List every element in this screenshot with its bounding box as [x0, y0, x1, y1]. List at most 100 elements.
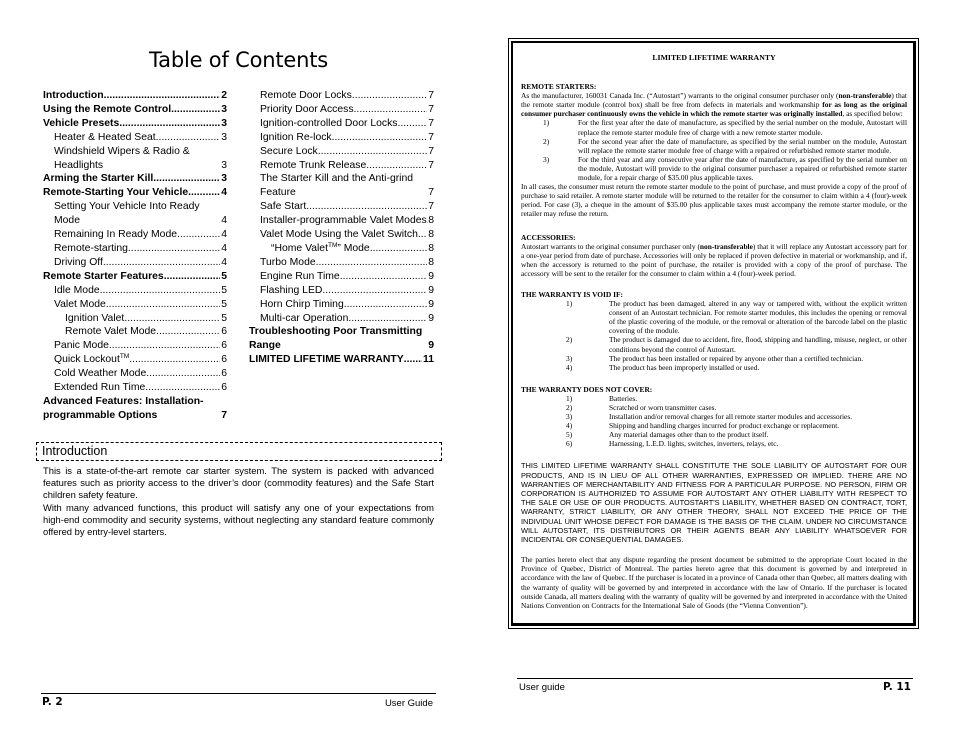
- toc-leader-dots: [322, 284, 427, 298]
- toc-entry[interactable]: Ignition Valet 5: [43, 312, 227, 326]
- toc-entry[interactable]: Ignition-controlled Door Locks 7: [249, 117, 434, 131]
- list-item: 6) Harnessing, L.E.D. lights, switches, i…: [521, 439, 907, 448]
- list-item-text: Shipping and handling charges incurred f…: [609, 421, 840, 431]
- toc-entry[interactable]: Remote-Starting Your Vehicle 4: [43, 186, 227, 200]
- list-item-number: 1): [566, 393, 573, 403]
- list-item-number: 2): [543, 136, 550, 146]
- toc-entry-title: Cold Weather Mode: [54, 368, 147, 380]
- toc-entry[interactable]: Driving Off 4: [43, 256, 227, 270]
- toc-entry[interactable]: Using the Remote Control 3: [43, 103, 227, 117]
- toc-entry[interactable]: Flashing LED 9: [249, 284, 434, 298]
- toc-entry[interactable]: Windshield Wipers & Radio & Headlights 3: [43, 145, 227, 173]
- toc-column-2: Remote Door Locks7Priority Door Access 7…: [249, 89, 434, 367]
- toc-leader-dots: [103, 256, 220, 270]
- toc-entry[interactable]: Heater & Heated Seat 3: [43, 131, 227, 145]
- toc-entry[interactable]: Remaining In Ready Mode 4: [43, 228, 227, 242]
- toc-entry[interactable]: Remote Door Locks 7: [249, 89, 434, 103]
- toc-entry[interactable]: LIMITED LIFETIME WARRANTY 11: [249, 353, 434, 367]
- toc-entry-page: 9: [428, 270, 434, 282]
- toc-entry[interactable]: Remote Trunk Release 7: [249, 159, 434, 173]
- toc-leader-dots: [316, 256, 428, 270]
- toc-entry-page: 4: [221, 187, 227, 199]
- toc-entry-title: The Starter Kill and the Anti-grind Feat…: [260, 173, 414, 199]
- list-item: 2) The product is damaged due to accident…: [521, 335, 907, 353]
- accessories-text: Autostart warrants to the original consu…: [521, 242, 907, 278]
- toc-entry-page: 8: [428, 256, 434, 268]
- toc-entry[interactable]: Engine Run Time 9: [249, 270, 434, 284]
- list-item-text: For the third year and any consecutive y…: [578, 154, 907, 183]
- footer-label: User Guide: [384, 698, 433, 709]
- toc-entry-page: 9: [428, 298, 434, 310]
- toc-column-1: Introduction2Using the Remote Control 3V…: [43, 89, 227, 423]
- toc-entry-title: Extended Run Time: [54, 382, 146, 394]
- toc-entry[interactable]: Idle Mode 5: [43, 284, 227, 298]
- toc-entry-title: Horn Chirp Timing: [260, 298, 344, 310]
- toc-entry-page: 3: [221, 159, 227, 171]
- toc-entry[interactable]: Secure Lock 7: [249, 145, 434, 159]
- list-item-text: The product has been installed or repair…: [609, 353, 864, 363]
- toc-entry[interactable]: “Home ValetTM” Mode 8: [249, 242, 434, 256]
- toc-entry-page: 5: [221, 284, 227, 296]
- footer-label-right: User guide: [519, 682, 565, 693]
- toc-entry[interactable]: Panic Mode 6: [43, 339, 227, 353]
- toc-entry[interactable]: Quick LockoutTM 6: [43, 353, 227, 367]
- list-item-number: 2): [566, 335, 573, 345]
- toc-entry-page: 4: [221, 256, 227, 268]
- toc-entry[interactable]: Priority Door Access 7: [249, 103, 434, 117]
- toc-entry[interactable]: Remote-starting 4: [43, 242, 227, 256]
- toc-entry-page: 7: [221, 409, 227, 421]
- toc-entry[interactable]: Remote Valet Mode 6: [43, 325, 227, 339]
- toc-entry[interactable]: Ignition Re-lock 7: [249, 131, 434, 145]
- page-number: P. 2: [42, 696, 63, 708]
- page-number-right: P. 11: [882, 681, 911, 693]
- toc-entry-page: 5: [221, 312, 227, 324]
- toc-entry-title: Priority Door Access: [260, 103, 354, 115]
- toc-entry-page: 6: [221, 368, 227, 380]
- toc-entry[interactable]: Arming the Starter Kill 3: [43, 172, 227, 186]
- toc-entry-title: Quick LockoutTM: [54, 353, 130, 366]
- toc-leader-dots: [348, 312, 427, 326]
- toc-entry-title: Safe Start: [260, 201, 307, 213]
- toc-entry-page: 6: [221, 354, 227, 366]
- toc-entry-title: Engine Run Time: [260, 270, 340, 282]
- toc-leader-dots: [145, 381, 220, 395]
- toc-leader-dots: [306, 200, 427, 214]
- toc-entry[interactable]: Cold Weather Mode 6: [43, 367, 227, 381]
- toc-leader-dots: [352, 89, 427, 103]
- toc-entry[interactable]: Extended Run Time 6: [43, 381, 227, 395]
- toc-entry[interactable]: Advanced Features: Installation-programm…: [43, 395, 227, 423]
- toc-leader-dots: [404, 353, 422, 367]
- toc-entry[interactable]: Installer-programmable Valet Modes8: [249, 214, 434, 228]
- toc-entry[interactable]: Valet Mode 5: [43, 298, 227, 312]
- toc-entry-title: Turbo Mode: [260, 256, 316, 268]
- toc-entry[interactable]: The Starter Kill and the Anti-grind Feat…: [249, 172, 434, 200]
- remote-starters-intro: As the manufacturer, 160031 Canada Inc. …: [521, 91, 907, 118]
- toc-leader-dots: [370, 242, 428, 256]
- toc-entry-page: 5: [221, 270, 227, 282]
- toc-entry[interactable]: Turbo Mode 8: [249, 256, 434, 270]
- toc-entry[interactable]: Introduction 2: [43, 89, 227, 103]
- toc-entry[interactable]: Remote Starter Features 5: [43, 270, 227, 284]
- toc-entry-title: Valet Mode Using the Valet Switch: [260, 229, 418, 241]
- toc-entry-title: Remote Starter Features: [43, 270, 164, 282]
- toc-entry[interactable]: Troubleshooting Poor Transmitting Range 9: [249, 325, 434, 353]
- toc-entry-title: Panic Mode: [54, 340, 109, 352]
- toc-entry-page: 4: [221, 229, 227, 241]
- toc-entry-title: Ignition Valet: [65, 312, 125, 324]
- toc-entry[interactable]: Valet Mode Using the Valet Switch 8: [249, 228, 434, 242]
- toc-entry-title: Driving Off: [54, 256, 103, 268]
- list-item-text: Harnessing, L.E.D. lights, switches, inv…: [609, 439, 779, 449]
- accessories-heading: ACCESSORIES:: [521, 232, 576, 242]
- void-heading: THE WARRANTY IS VOID IF:: [521, 289, 623, 299]
- toc-leader-dots: [156, 131, 221, 145]
- toc-entry[interactable]: Horn Chirp Timing 9: [249, 298, 434, 312]
- toc-entry[interactable]: Multi-car Operation 9: [249, 312, 434, 326]
- toc-entry-title: Remote-starting: [54, 242, 128, 254]
- toc-entry-title: LIMITED LIFETIME WARRANTY: [249, 354, 404, 366]
- toc-leader-dots: [177, 228, 220, 242]
- list-item-number: 3): [543, 154, 550, 164]
- toc-entry-title: Secure Lock: [260, 145, 318, 157]
- toc-entry[interactable]: Vehicle Presets 3: [43, 117, 227, 131]
- toc-entry[interactable]: Setting Your Vehicle Into Ready Mode 4: [43, 200, 227, 228]
- toc-entry[interactable]: Safe Start 7: [249, 200, 434, 214]
